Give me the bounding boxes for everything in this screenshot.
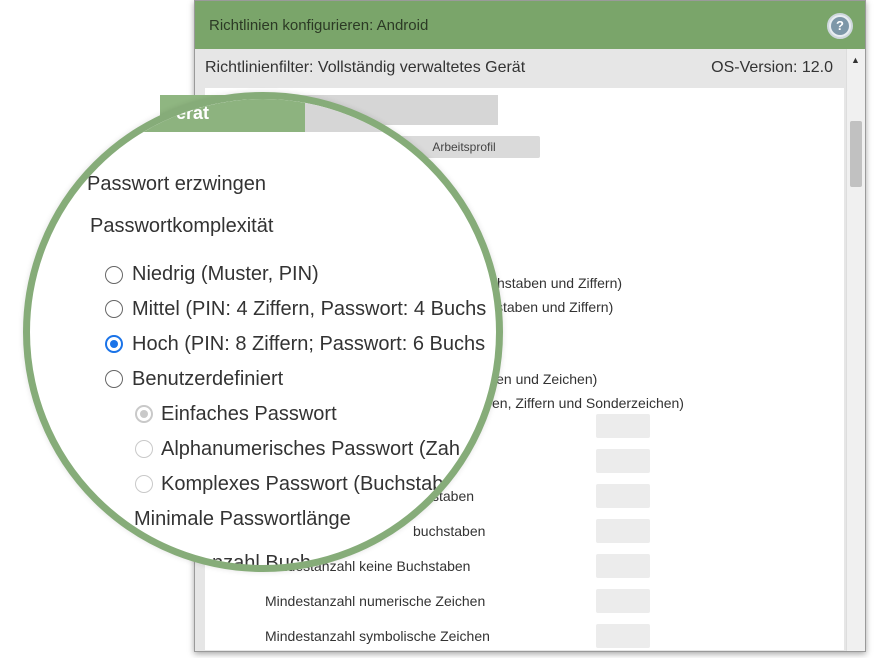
option-medium-label: Mittel (PIN: 4 Ziffern, Passwort: 4 Buch… [132, 298, 487, 320]
option-complex-password-label: Komplexes Passwort (Buchstab [161, 473, 444, 495]
option-custom-label: Benutzerdefiniert [132, 368, 284, 390]
min-non-letter-input[interactable] [596, 554, 650, 578]
dialog-title: Richtlinien konfigurieren: Android [209, 17, 429, 34]
min-numeric-label: Mindestanzahl numerische Zeichen [265, 593, 486, 609]
radio-custom[interactable] [105, 370, 123, 388]
setting-input[interactable] [596, 414, 650, 438]
magnifier-lens: erät Passwort erzwingen Passwortkomplexi… [23, 92, 503, 572]
min-symbol-input[interactable] [596, 624, 650, 648]
complexity-heading: Passwortkomplexität [90, 215, 274, 237]
option-alphanumeric-password-label: Alphanumerisches Passwort (Zah [161, 438, 461, 460]
option-text-fragment: en, Ziffern und Sonderzeichen) [492, 395, 684, 411]
filter-bar: Richtlinienfilter: Vollständig verwaltet… [195, 49, 845, 87]
vertical-scrollbar[interactable]: ▲ [846, 49, 865, 651]
tab-inactive[interactable] [305, 99, 496, 132]
tab-device-label: erät [176, 103, 210, 123]
radio-high[interactable] [105, 335, 123, 353]
min-letters-label-fragment: nzahl Buch [212, 552, 311, 572]
min-lowercase-input[interactable] [596, 519, 650, 543]
radio-low[interactable] [105, 266, 123, 284]
option-low-label: Niedrig (Muster, PIN) [132, 263, 319, 285]
option-high-label: Hoch (PIN: 8 Ziffern; Passwort: 6 Buchs [132, 333, 486, 355]
tab-device[interactable] [30, 99, 305, 132]
scroll-up-icon[interactable]: ▲ [851, 55, 860, 65]
policy-filter-label: Richtlinienfilter: Vollständig verwaltet… [205, 59, 526, 76]
setting-label-fragment: buchstaben [413, 523, 486, 539]
scroll-thumb[interactable] [850, 121, 862, 187]
option-text-fragment: staben und Ziffern) [496, 299, 614, 315]
option-text-fragment: len und Zeichen) [493, 371, 598, 387]
help-button[interactable]: ? [827, 13, 853, 39]
setting-input[interactable] [596, 449, 650, 473]
bullet-icon [67, 182, 75, 190]
enforce-password-label: Passwort erzwingen [87, 173, 266, 195]
radio-simple-password[interactable] [135, 405, 153, 423]
help-icon: ? [831, 17, 849, 35]
min-length-label: Minimale Passwortlänge [134, 508, 351, 530]
min-uppercase-input[interactable] [596, 484, 650, 508]
os-version-label: OS-Version: 12.0 [711, 59, 833, 76]
radio-alphanumeric-password[interactable] [135, 440, 153, 458]
option-simple-password-label: Einfaches Passwort [161, 403, 337, 425]
min-numeric-input[interactable] [596, 589, 650, 613]
option-text-fragment: chstaben und Ziffern) [490, 275, 623, 291]
title-bar: Richtlinien konfigurieren: Android ? [195, 1, 865, 49]
radio-medium[interactable] [105, 300, 123, 318]
radio-complex-password[interactable] [135, 475, 153, 493]
min-symbol-label: Mindestanzahl symbolische Zeichen [265, 628, 490, 644]
